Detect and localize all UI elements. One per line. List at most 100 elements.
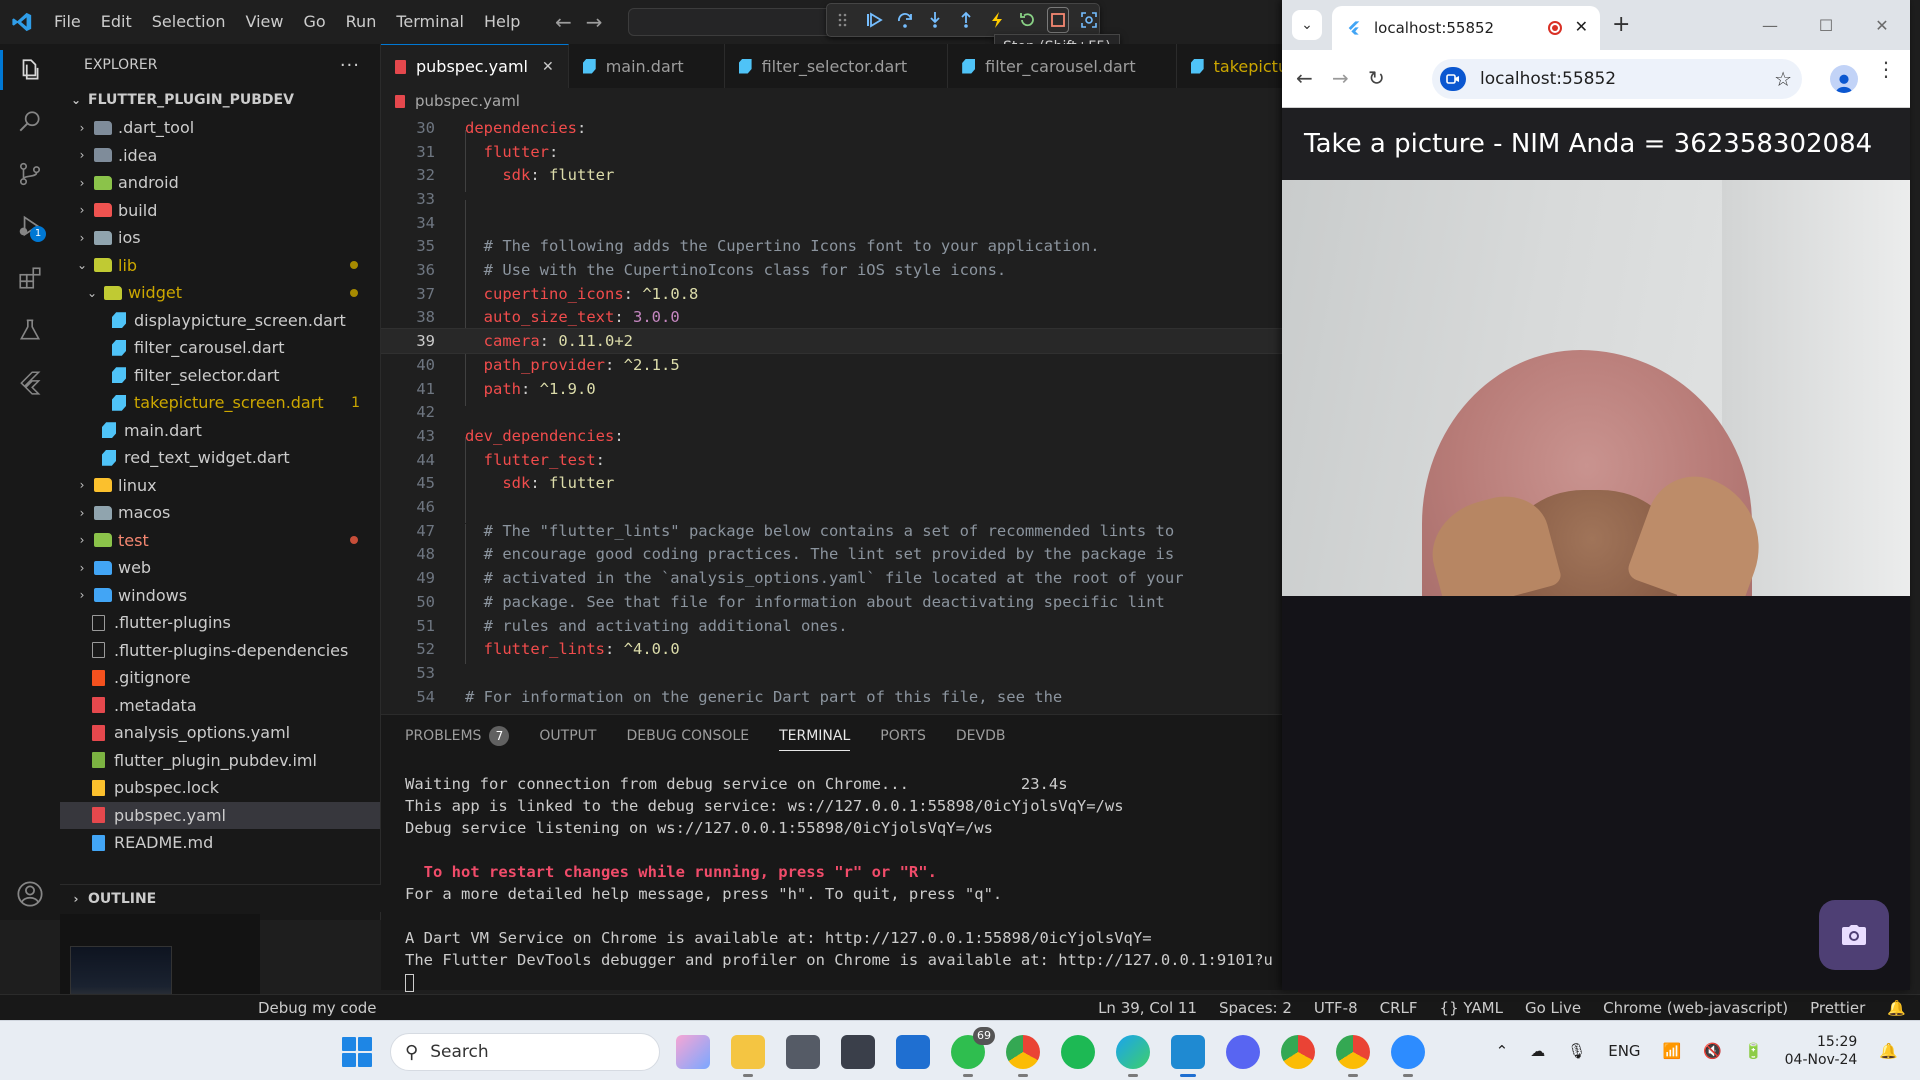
flutter-icon[interactable] [0,356,60,408]
step-out-icon[interactable] [956,8,977,32]
terminal-output[interactable]: Waiting for connection from debug servic… [405,775,1275,995]
chrome-taskbar-icon[interactable] [1006,1035,1040,1077]
language-indicator[interactable]: ENG [1608,1042,1640,1060]
tree-item[interactable]: .flutter-plugins [60,609,380,637]
panel-tab-devdb[interactable]: DEVDB [956,715,1006,757]
menu-go[interactable]: Go [293,0,335,44]
restart-icon[interactable] [1017,8,1038,32]
panel-tab-terminal[interactable]: TERMINAL [779,715,851,757]
tree-item[interactable]: ⌄ lib [60,252,380,280]
tree-item[interactable]: › linux [60,472,380,500]
take-picture-button[interactable] [1819,900,1889,970]
tree-item[interactable]: ⌄ widget [60,279,380,307]
source-control-icon[interactable] [0,148,60,200]
menu-terminal[interactable]: Terminal [386,0,474,44]
extensions-icon[interactable] [0,252,60,304]
address-bar[interactable]: localhost:55852 ☆ [1432,59,1802,99]
root-folder[interactable]: ⌄ FLUTTER_PLUGIN_PUBDEV [60,86,380,114]
volume-muted-icon[interactable]: 🔇 [1703,1042,1722,1060]
tree-item[interactable]: .flutter-plugins-dependencies [60,637,380,665]
drag-handle-icon[interactable] [833,8,854,32]
tree-item[interactable]: takepicture_screen.dart 1 [60,389,380,417]
reload-icon[interactable]: ↻ [1368,66,1385,90]
file-explorer-icon[interactable] [731,1035,765,1077]
battery-icon[interactable]: 🔋 [1744,1042,1763,1060]
edge-icon[interactable] [1116,1035,1150,1077]
notifications-bell-icon[interactable]: 🔔 [1887,999,1906,1017]
status-item[interactable]: Ln 39, Col 11 [1098,999,1197,1017]
security-shield-icon[interactable] [896,1035,930,1069]
chrome-profile-icon[interactable] [1281,1035,1315,1069]
tree-item[interactable]: analysis_options.yaml [60,719,380,747]
notification-bell-icon[interactable]: 🔔 [1879,1042,1898,1060]
editor-tab[interactable]: filter_carousel.dart [948,44,1177,88]
chrome-menu-icon[interactable]: ⋮ [1876,59,1896,79]
clock[interactable]: 15:29 04-Nov-24 [1785,1033,1858,1069]
panel-tab-debug-console[interactable]: DEBUG CONSOLE [626,715,749,757]
discord-icon[interactable] [1226,1035,1260,1069]
tab-search-chevron-icon[interactable]: ⌄ [1292,10,1322,40]
status-item[interactable]: Chrome (web-javascript) [1603,999,1788,1017]
forward-icon[interactable]: → [1332,66,1349,90]
tree-item[interactable]: › build [60,197,380,225]
camera-app-icon[interactable] [786,1035,820,1069]
tree-item[interactable]: red_text_widget.dart [60,444,380,472]
tree-item[interactable]: flutter_plugin_pubdev.iml [60,747,380,775]
status-item[interactable]: Go Live [1525,999,1581,1017]
command-center[interactable] [628,8,848,36]
editor-tab[interactable]: pubspec.yaml ✕ [381,44,569,88]
testing-flask-icon[interactable] [0,304,60,356]
hot-reload-icon[interactable] [986,8,1007,32]
tree-item[interactable]: README.md [60,829,380,857]
tree-item[interactable]: pubspec.lock [60,774,380,802]
tree-item[interactable]: main.dart [60,417,380,445]
menu-view[interactable]: View [236,0,294,44]
tree-item[interactable]: › test [60,527,380,555]
profile-avatar-icon[interactable] [1830,65,1858,93]
tree-item[interactable]: › web [60,554,380,582]
app-hexagon-icon[interactable] [841,1035,875,1069]
vscode-taskbar-icon[interactable] [1171,1035,1205,1077]
editor-tab[interactable]: filter_selector.dart [725,44,949,88]
tree-item[interactable]: filter_selector.dart [60,362,380,390]
chrome-profile-2-icon[interactable] [1336,1035,1370,1077]
tree-item[interactable]: displaypicture_screen.dart [60,307,380,335]
explorer-files-icon[interactable] [0,44,60,96]
wifi-icon[interactable]: 📶 [1663,1042,1682,1060]
whatsapp-icon[interactable]: 69 [951,1027,995,1077]
panel-tab-output[interactable]: OUTPUT [539,715,596,757]
close-tab-icon[interactable]: ✕ [542,59,554,75]
status-debug-label[interactable]: Debug my code [258,995,377,1021]
microphone-icon[interactable]: 🎙 [1567,1042,1586,1060]
onedrive-cloud-icon[interactable]: ☁ [1530,1042,1545,1060]
more-actions-icon[interactable]: ··· [340,55,360,76]
menu-run[interactable]: Run [336,0,387,44]
status-item[interactable]: Prettier [1810,999,1865,1017]
search-icon[interactable] [0,96,60,148]
tree-item[interactable]: › .dart_tool [60,114,380,142]
panel-tab-problems[interactable]: PROBLEMS 7 [405,715,510,757]
tray-chevron-up-icon[interactable]: ⌃ [1496,1042,1509,1060]
tree-item[interactable]: pubspec.yaml [60,801,380,829]
start-windows-icon[interactable] [342,1037,372,1067]
step-over-icon[interactable] [894,8,915,32]
taskbar-search[interactable]: ⚲ Search [390,1033,660,1071]
spotify-icon[interactable] [1061,1035,1095,1069]
new-tab-icon[interactable]: + [1612,12,1630,37]
status-item[interactable]: {} YAML [1440,999,1503,1017]
tree-item[interactable]: › android [60,169,380,197]
forward-arrow-icon[interactable]: → [586,10,603,34]
tree-item[interactable]: .gitignore [60,664,380,692]
inspect-widget-icon[interactable] [1078,8,1099,32]
tree-item[interactable]: .metadata [60,692,380,720]
status-item[interactable]: CRLF [1380,999,1418,1017]
bookmark-star-icon[interactable]: ☆ [1774,67,1792,91]
tree-item[interactable]: filter_carousel.dart [60,334,380,362]
tree-item[interactable]: › windows [60,582,380,610]
panel-tab-ports[interactable]: PORTS [880,715,926,757]
continue-icon[interactable] [864,8,885,32]
status-item[interactable]: UTF-8 [1314,999,1358,1017]
stop-icon[interactable] [1046,7,1070,33]
close-window-icon[interactable]: ✕ [1854,0,1910,50]
menu-edit[interactable]: Edit [91,0,142,44]
